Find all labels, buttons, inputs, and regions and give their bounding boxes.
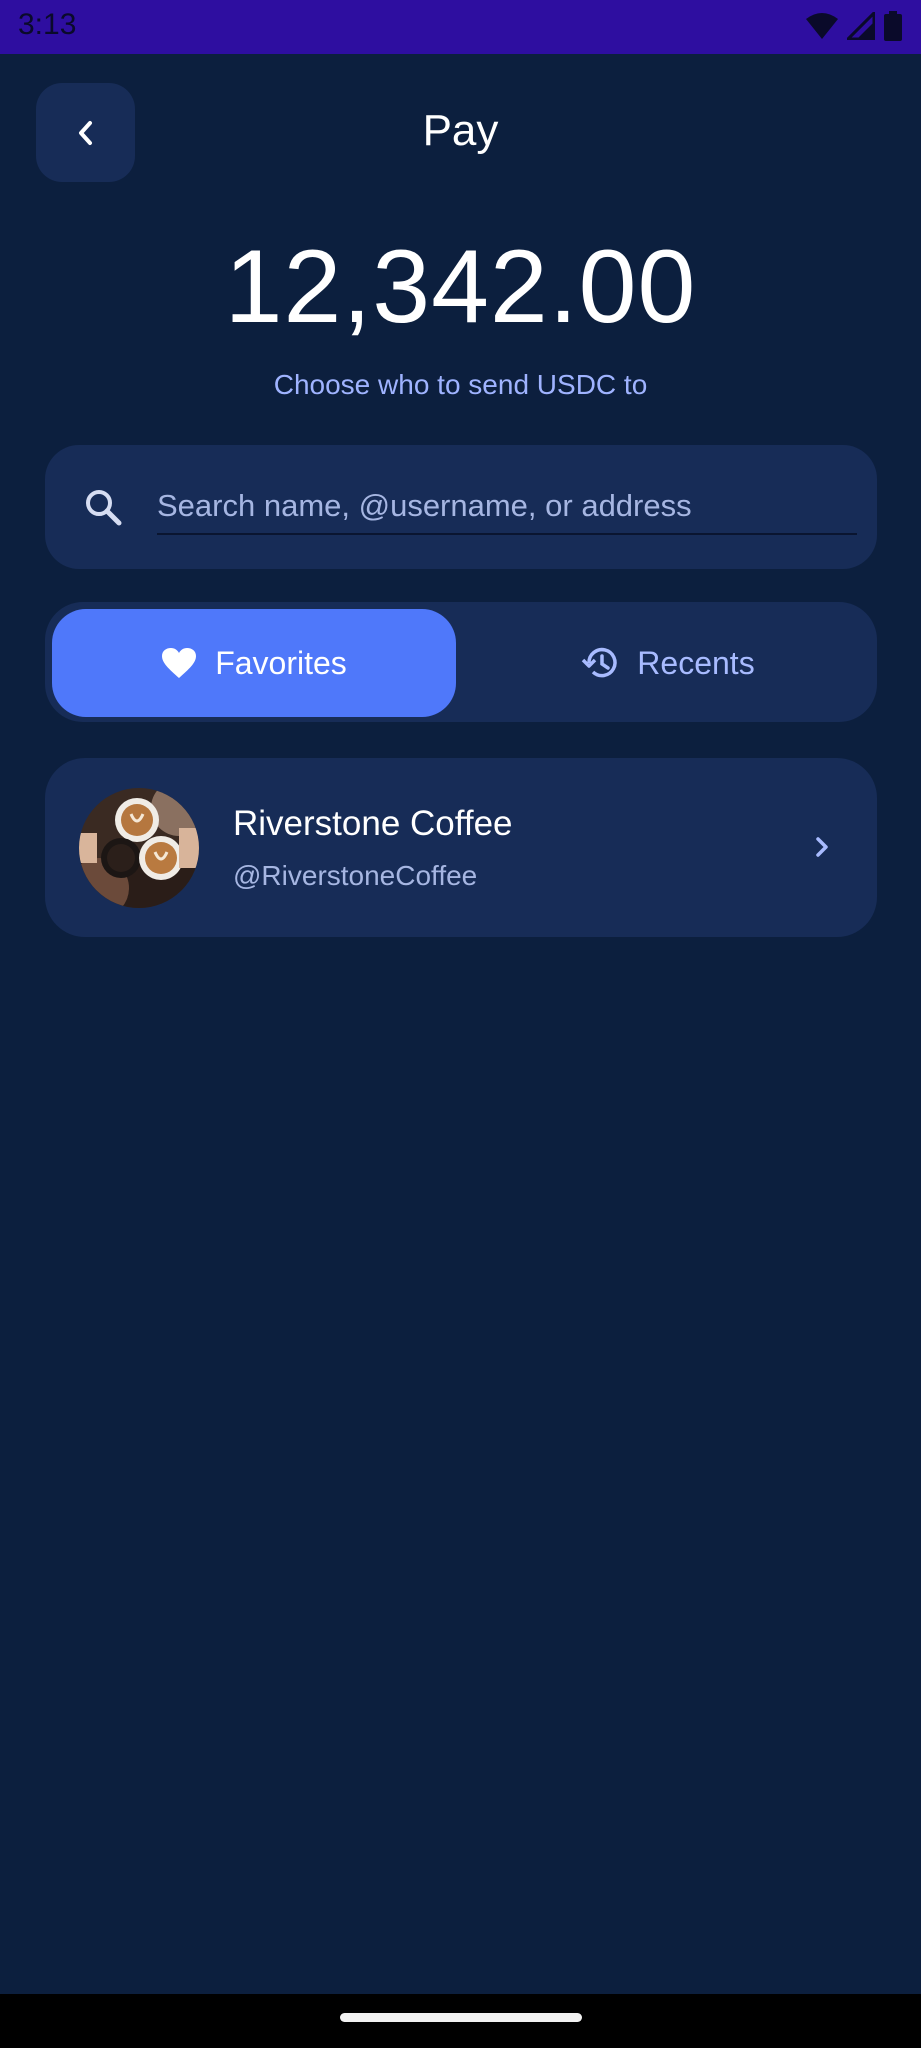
amount-value: 12,342.00 (224, 229, 697, 345)
chevron-right-icon (816, 837, 828, 857)
contact-item[interactable]: Riverstone Coffee @RiverstoneCoffee (45, 758, 877, 937)
contact-name: Riverstone Coffee (233, 804, 513, 843)
search-box[interactable] (45, 445, 877, 569)
wifi-icon (806, 13, 838, 39)
search-input[interactable] (157, 479, 857, 535)
search-icon (86, 490, 122, 526)
battery-icon (884, 11, 902, 41)
system-nav-bar (0, 1994, 921, 2048)
history-icon (582, 647, 618, 678)
avatar (79, 788, 199, 908)
tab-favorites-label: Favorites (215, 644, 347, 681)
tab-recents-label: Recents (637, 644, 755, 681)
status-bar: 3:13 (0, 0, 921, 54)
status-icons (805, 10, 903, 42)
amount-subtitle: Choose who to send USDC to (273, 369, 648, 400)
page-title: Pay (422, 106, 499, 155)
contact-handle: @RiverstoneCoffee (233, 860, 478, 891)
home-indicator[interactable] (340, 2013, 582, 2022)
status-time: 3:13 (18, 8, 77, 41)
heart-icon (162, 648, 197, 678)
tab-favorites[interactable]: Favorites (52, 609, 456, 717)
tab-recents[interactable]: Recents (466, 609, 870, 717)
tab-bar: Favorites Recents (45, 602, 877, 722)
signal-icon (847, 12, 875, 40)
